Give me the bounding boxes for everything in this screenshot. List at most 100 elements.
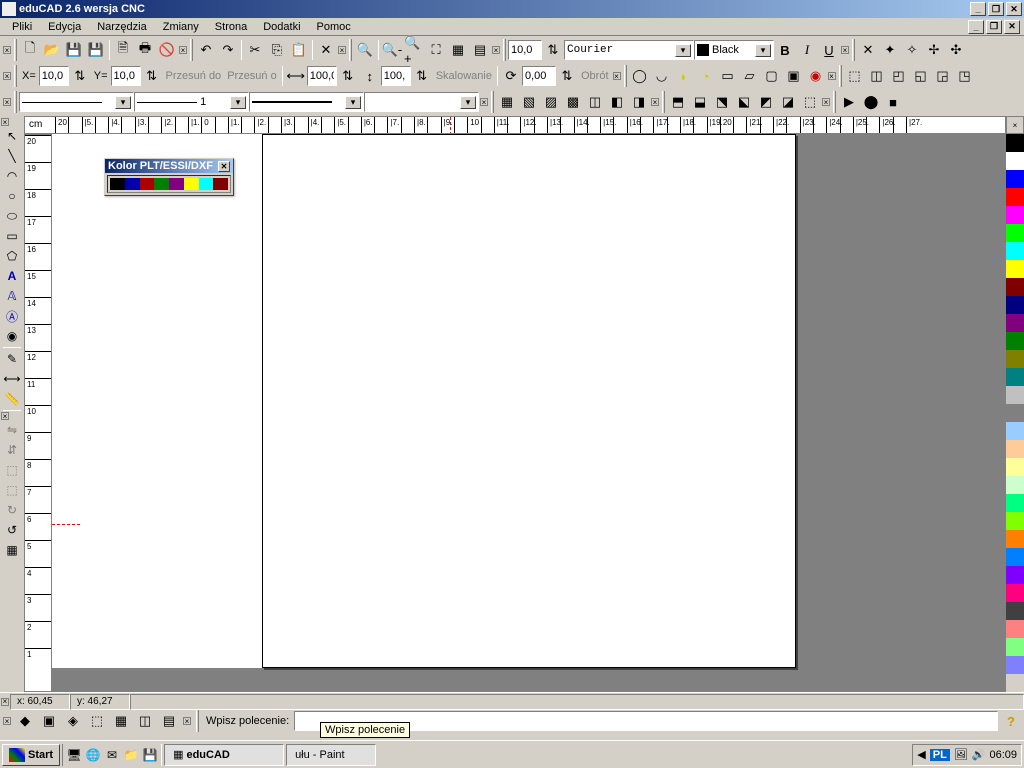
extra-6-icon[interactable]: ◳ — [954, 65, 976, 87]
group-icon[interactable]: ⬚ — [2, 460, 22, 480]
cut-icon[interactable]: ✂ — [244, 39, 266, 61]
palette-color-swatch[interactable] — [1006, 206, 1024, 224]
panel-titlebar[interactable]: Kolor PLT/ESSI/DXF ✕ — [105, 159, 233, 173]
palette-color-swatch[interactable] — [1006, 512, 1024, 530]
close-button[interactable]: ✕ — [1006, 2, 1022, 16]
grip-icon[interactable] — [14, 39, 17, 61]
x-stepper-icon[interactable]: ⇅ — [69, 65, 91, 87]
palette-color-swatch[interactable] — [1006, 368, 1024, 386]
polygon-icon[interactable]: ⬠ — [2, 246, 22, 266]
cmd-icon-5[interactable]: ▦ — [110, 710, 132, 732]
arc-icon[interactable]: ◠ — [2, 166, 22, 186]
palette-color-swatch[interactable] — [1006, 404, 1024, 422]
rotate-input[interactable] — [522, 66, 556, 86]
underline-icon[interactable]: U — [818, 39, 840, 61]
panel-color-swatch[interactable] — [169, 178, 184, 190]
toolbar-close-icon[interactable]: × — [179, 46, 187, 54]
tray-icon[interactable]: 🖼 — [954, 748, 968, 761]
play-icon[interactable]: ▶ — [838, 91, 860, 113]
snap-end-icon[interactable]: ✦ — [879, 39, 901, 61]
arrange-6-icon[interactable]: ◪ — [777, 91, 799, 113]
panel-color-swatch[interactable] — [125, 178, 140, 190]
palette-color-swatch[interactable] — [1006, 548, 1024, 566]
panel-color-swatch[interactable] — [199, 178, 214, 190]
width-stepper-icon[interactable]: ⇅ — [337, 65, 359, 87]
cmd-icon-1[interactable]: ◆ — [14, 710, 36, 732]
grip-icon[interactable] — [852, 39, 855, 61]
text-outline-icon[interactable]: 𝔸 — [2, 286, 22, 306]
arrange-3-icon[interactable]: ⬔ — [711, 91, 733, 113]
delete-icon[interactable]: ✕ — [315, 39, 337, 61]
snap-intersect-icon[interactable]: ✣ — [945, 39, 967, 61]
palette-color-swatch[interactable] — [1006, 314, 1024, 332]
color-plt-panel[interactable]: Kolor PLT/ESSI/DXF ✕ — [104, 158, 234, 196]
palette-close-icon[interactable]: × — [1006, 116, 1024, 134]
circle-icon[interactable]: ○ — [2, 186, 22, 206]
palette-color-swatch[interactable] — [1006, 170, 1024, 188]
menu-edycja[interactable]: Edycja — [40, 21, 89, 33]
palette-color-swatch[interactable] — [1006, 620, 1024, 638]
palette-color-swatch[interactable] — [1006, 134, 1024, 152]
save-icon[interactable]: 💾 — [63, 39, 85, 61]
width-icon[interactable]: ⟷ — [285, 65, 307, 87]
mirror-h-icon[interactable]: ⇋ — [2, 420, 22, 440]
align-1-icon[interactable]: ▦ — [496, 91, 518, 113]
extra-5-icon[interactable]: ◲ — [932, 65, 954, 87]
y-stepper-icon[interactable]: ⇅ — [141, 65, 163, 87]
grip-icon[interactable] — [196, 710, 199, 732]
shape-ellipse-icon[interactable]: ◯ — [629, 65, 651, 87]
panel-color-swatch[interactable] — [184, 178, 199, 190]
ql-ie-icon[interactable]: 🌐 — [84, 746, 102, 764]
palette-color-swatch[interactable] — [1006, 566, 1024, 584]
zoom-all-icon[interactable]: ▤ — [469, 39, 491, 61]
palette-color-swatch[interactable] — [1006, 458, 1024, 476]
snap-center-icon[interactable]: ✢ — [923, 39, 945, 61]
grip-icon[interactable] — [349, 39, 352, 61]
shape-arc-icon[interactable]: ◡ — [651, 65, 673, 87]
pointer-icon[interactable]: ↖ — [2, 126, 22, 146]
text-icon[interactable]: A — [2, 266, 22, 286]
palette-color-swatch[interactable] — [1006, 422, 1024, 440]
font-dropdown[interactable]: Courier — [564, 40, 694, 60]
toolbar-close-icon[interactable]: × — [828, 72, 836, 80]
grip-icon[interactable] — [503, 39, 506, 61]
shape-misc3-icon[interactable]: ▢ — [761, 65, 783, 87]
panel-color-swatch[interactable] — [140, 178, 155, 190]
panel-color-swatch[interactable] — [110, 178, 125, 190]
toolbar-close-icon[interactable]: × — [338, 46, 346, 54]
linestyle3-dropdown[interactable] — [249, 92, 364, 112]
cancel-icon[interactable]: 🚫 — [156, 39, 178, 61]
stop-icon[interactable]: ■ — [882, 91, 904, 113]
clock[interactable]: 06:09 — [989, 749, 1017, 761]
edit-point-icon[interactable]: ✎ — [2, 349, 22, 369]
palette-color-swatch[interactable] — [1006, 656, 1024, 674]
language-indicator[interactable]: PL — [930, 749, 950, 761]
zoom-page-icon[interactable]: ▦ — [447, 39, 469, 61]
text-path-icon[interactable]: Ⓐ — [2, 306, 22, 326]
menu-narzedzia[interactable]: Narzędzia — [89, 21, 155, 33]
shape-pie-icon[interactable]: ◗ — [673, 65, 695, 87]
grip-icon[interactable] — [624, 65, 627, 87]
drawing-page[interactable] — [262, 134, 796, 668]
rotate-icon[interactable]: ⟳ — [500, 65, 522, 87]
palette-color-swatch[interactable] — [1006, 296, 1024, 314]
toolbar-close-icon[interactable]: × — [492, 46, 500, 54]
align-5-icon[interactable]: ◫ — [584, 91, 606, 113]
mdi-minimize-button[interactable]: _ — [968, 20, 984, 34]
palette-color-swatch[interactable] — [1006, 224, 1024, 242]
rotate-cw-icon[interactable]: ↻ — [2, 500, 22, 520]
snap-none-icon[interactable]: ✕ — [857, 39, 879, 61]
ellipse-icon[interactable]: ⬭ — [2, 206, 22, 226]
paste-icon[interactable]: 📋 — [288, 39, 310, 61]
shape-misc4-icon[interactable]: ▣ — [783, 65, 805, 87]
palette-color-swatch[interactable] — [1006, 386, 1024, 404]
snap-mid-icon[interactable]: ✧ — [901, 39, 923, 61]
minimize-button[interactable]: _ — [970, 2, 986, 16]
toolbox-close-icon[interactable]: × — [1, 412, 9, 420]
start-button[interactable]: Start — [2, 744, 60, 766]
grip-icon[interactable] — [491, 91, 494, 113]
panel-close-icon[interactable]: ✕ — [218, 161, 230, 172]
save-as-icon[interactable]: 💾 — [85, 39, 107, 61]
toolbar-close-icon[interactable]: × — [841, 46, 849, 54]
linestyle4-dropdown[interactable] — [364, 92, 479, 112]
